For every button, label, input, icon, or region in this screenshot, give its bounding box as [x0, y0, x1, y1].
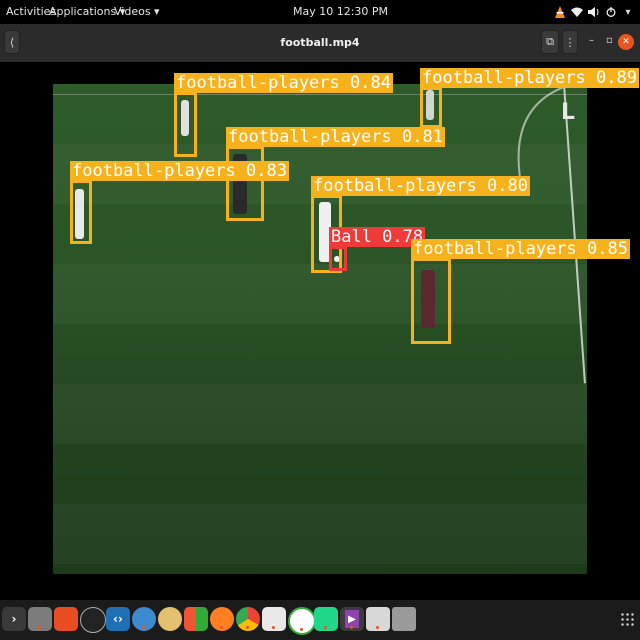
dock: › ‹› ▶: [0, 600, 640, 640]
window-header: ⟨ football.mp4 ⧉ ⋮ – ▫ ✕: [0, 24, 640, 63]
detection-box: [226, 146, 264, 221]
chrome-icon[interactable]: [236, 607, 260, 631]
vscode-icon[interactable]: ‹›: [106, 607, 130, 631]
firefox-icon[interactable]: [210, 607, 234, 631]
top-bar: Activities Applications ▾ Videos ▾ May 1…: [0, 0, 640, 24]
minimize-button[interactable]: –: [589, 35, 594, 46]
cast-icon: ⧉: [546, 35, 554, 48]
pitch-stripe: [53, 504, 587, 564]
pitch-stripe: [53, 384, 587, 444]
detection-label: football-players 0.85: [411, 239, 630, 259]
close-button[interactable]: ✕: [618, 34, 634, 50]
detection-label: football-players 0.80: [311, 176, 530, 196]
trash-icon[interactable]: [392, 607, 416, 631]
chevron-down-icon[interactable]: ▾: [622, 5, 634, 19]
detection-label: football-players 0.84: [174, 73, 393, 93]
cast-button[interactable]: ⧉: [541, 30, 559, 54]
video-frame[interactable]: L: [53, 84, 587, 574]
detection-box: [174, 92, 197, 157]
power-icon[interactable]: [605, 5, 617, 19]
detection-box: [70, 180, 92, 244]
files-icon[interactable]: [28, 607, 52, 631]
volume-icon[interactable]: [588, 5, 600, 19]
broadcaster-logo: L: [561, 100, 576, 125]
videos-icon[interactable]: ▶: [340, 607, 364, 631]
detection-label: football-players 0.89: [420, 68, 639, 88]
detection-box: [420, 87, 442, 128]
detection-label: football-players 0.83: [70, 161, 289, 181]
close-icon: ✕: [622, 37, 630, 47]
detection-label: football-players 0.81: [226, 127, 445, 147]
menu-button[interactable]: ⋮: [562, 30, 578, 54]
detection-box: [411, 258, 451, 344]
image-viewer-icon[interactable]: [366, 607, 390, 631]
show-applications-icon[interactable]: [620, 612, 634, 626]
terminal-icon[interactable]: ›: [2, 607, 26, 631]
menu-icon: ⋮: [564, 35, 576, 49]
ball-detection-box: [329, 246, 347, 271]
rhythmbox-icon[interactable]: [158, 607, 182, 631]
videos-menu[interactable]: Videos ▾: [114, 5, 160, 18]
anaconda-icon[interactable]: [288, 607, 316, 635]
wifi-icon[interactable]: [571, 5, 583, 19]
document-viewer-icon[interactable]: [262, 607, 286, 631]
maximize-button[interactable]: ▫: [606, 35, 613, 46]
clock[interactable]: May 10 12:30 PM: [293, 5, 388, 18]
pitch-stripe: [53, 264, 587, 324]
vlc-icon[interactable]: [554, 5, 566, 19]
system-tray[interactable]: ▾: [554, 4, 634, 20]
obs-icon[interactable]: [80, 607, 106, 633]
pycharm-icon[interactable]: [314, 607, 338, 631]
android-studio-icon[interactable]: [132, 607, 156, 631]
app-grid-icon[interactable]: [184, 607, 208, 631]
brave-icon[interactable]: [54, 607, 78, 631]
